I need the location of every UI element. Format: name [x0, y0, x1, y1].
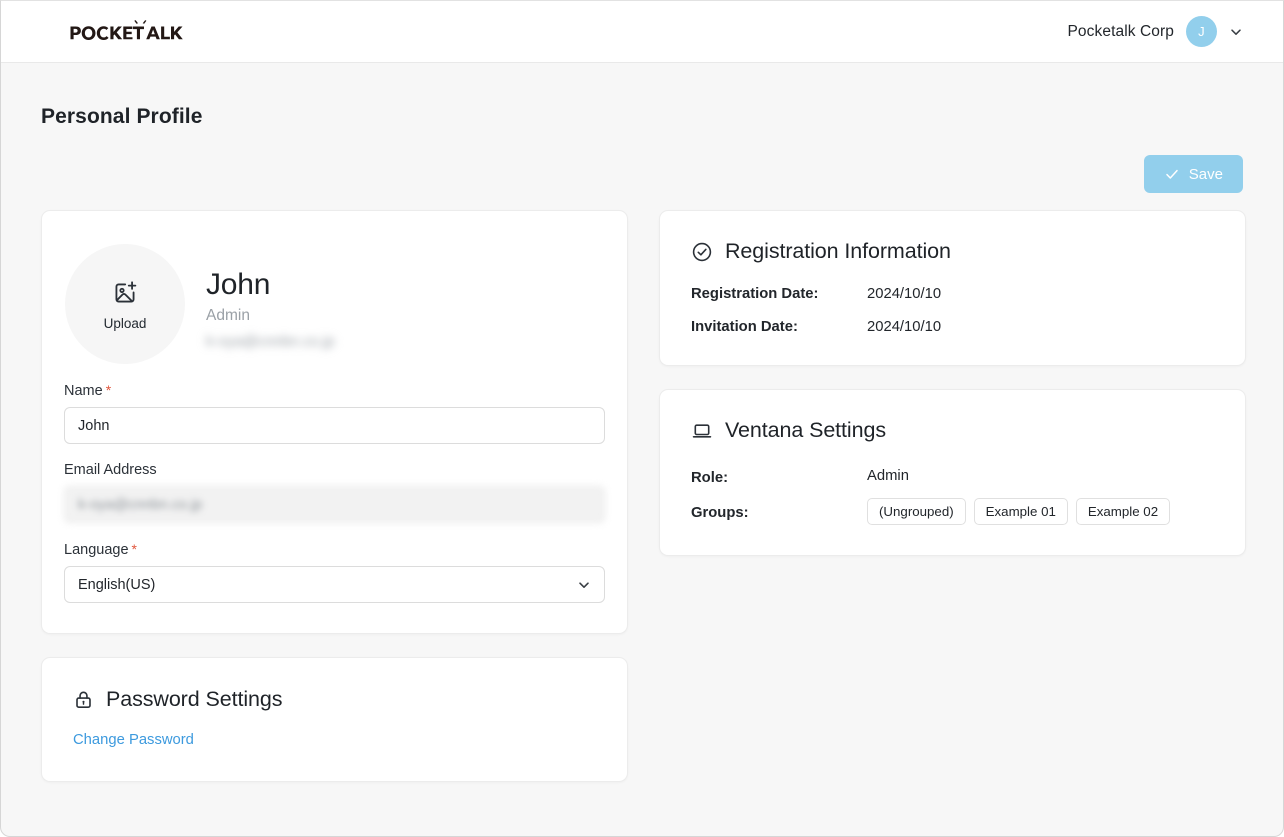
groups-label: Groups: — [691, 505, 749, 521]
check-circle-icon — [691, 241, 713, 263]
email-input — [64, 486, 605, 523]
role-value: Admin — [867, 468, 909, 484]
name-input[interactable] — [64, 407, 605, 444]
identity-block: Upload John Admin k-oya@cnnbn.co.jp — [64, 244, 605, 364]
registration-date-label: Registration Date: — [691, 286, 819, 302]
ventana-header: Ventana Settings — [691, 418, 1214, 443]
table-row: Invitation Date: 2024/10/10 — [691, 319, 1214, 335]
page-content: Personal Profile Save Upload John Admin … — [1, 63, 1283, 782]
profile-role: Admin — [206, 306, 250, 324]
chevron-down-icon[interactable] — [1229, 25, 1243, 39]
name-label: Name * — [64, 382, 605, 399]
table-row: Groups: (Ungrouped) Example 01 Example 0… — [691, 498, 1214, 525]
pocketalk-logo[interactable] — [69, 17, 183, 47]
email-label-text: Email Address — [64, 462, 157, 478]
group-chip-list: (Ungrouped) Example 01 Example 02 — [867, 498, 1171, 525]
list-item[interactable]: Example 01 — [973, 498, 1068, 525]
registration-rows: Registration Date: 2024/10/10 Invitation… — [691, 286, 1214, 335]
check-icon — [1164, 166, 1180, 182]
page-title: Personal Profile — [41, 105, 203, 128]
ventana-rows: Role: Admin Groups: (Ungrouped) Example … — [691, 468, 1214, 525]
invitation-date-label: Invitation Date: — [691, 319, 798, 335]
content-columns: Upload John Admin k-oya@cnnbn.co.jp Name… — [41, 210, 1246, 782]
required-marker: * — [105, 382, 112, 398]
save-button-label: Save — [1188, 165, 1223, 183]
change-password-link[interactable]: Change Password — [73, 732, 194, 748]
email-field-group: Email Address — [64, 462, 605, 523]
top-header-bar: Pocketalk Corp J — [1, 1, 1283, 63]
language-select[interactable]: English(US) — [64, 566, 605, 603]
laptop-icon — [691, 420, 713, 442]
profile-email-masked: k-oya@cnnbn.co.jp — [206, 332, 335, 350]
ventana-settings-card: Ventana Settings Role: Admin Groups: (Un… — [659, 389, 1246, 556]
table-row: Role: Admin — [691, 468, 1214, 486]
ventana-title: Ventana Settings — [725, 418, 886, 442]
left-column: Upload John Admin k-oya@cnnbn.co.jp Name… — [41, 210, 628, 782]
required-marker: * — [131, 541, 137, 557]
password-settings-title: Password Settings — [106, 687, 283, 711]
avatar[interactable]: J — [1186, 16, 1217, 47]
list-item[interactable]: (Ungrouped) — [867, 498, 966, 525]
invitation-date-value: 2024/10/10 — [867, 319, 942, 335]
avatar-upload-button[interactable]: Upload — [65, 244, 185, 364]
registration-information-card: Registration Information Registration Da… — [659, 210, 1246, 366]
registration-header: Registration Information — [691, 239, 1214, 264]
app-window: Pocketalk Corp J Personal Profile Save U… — [0, 0, 1284, 837]
save-button[interactable]: Save — [1143, 155, 1243, 193]
language-select-wrapper: English(US) — [64, 566, 605, 603]
organization-name: Pocketalk Corp — [1067, 22, 1174, 40]
user-account-menu[interactable]: Pocketalk Corp J — [1067, 16, 1243, 47]
profile-name: John — [206, 268, 271, 301]
email-label: Email Address — [64, 462, 605, 478]
registration-date-value: 2024/10/10 — [867, 286, 942, 302]
password-settings-card: Password Settings Change Password — [41, 657, 628, 782]
registration-title: Registration Information — [725, 239, 951, 263]
image-plus-icon — [110, 278, 140, 313]
profile-card: Upload John Admin k-oya@cnnbn.co.jp Name… — [41, 210, 628, 634]
language-field-group: Language * English(US) — [64, 541, 605, 603]
role-label: Role: — [691, 470, 728, 486]
name-field-group: Name * — [64, 382, 605, 444]
language-label-text: Language — [64, 542, 129, 558]
table-row: Registration Date: 2024/10/10 — [691, 286, 1214, 302]
upload-label: Upload — [103, 315, 147, 331]
language-label: Language * — [64, 541, 605, 558]
identity-text: John Admin k-oya@cnnbn.co.jp — [206, 244, 335, 350]
password-settings-header: Password Settings — [73, 687, 596, 712]
action-bar: Save — [41, 155, 1243, 193]
list-item[interactable]: Example 02 — [1075, 498, 1171, 525]
lock-icon — [73, 689, 94, 710]
name-label-text: Name — [64, 383, 103, 399]
right-column: Registration Information Registration Da… — [659, 210, 1246, 556]
